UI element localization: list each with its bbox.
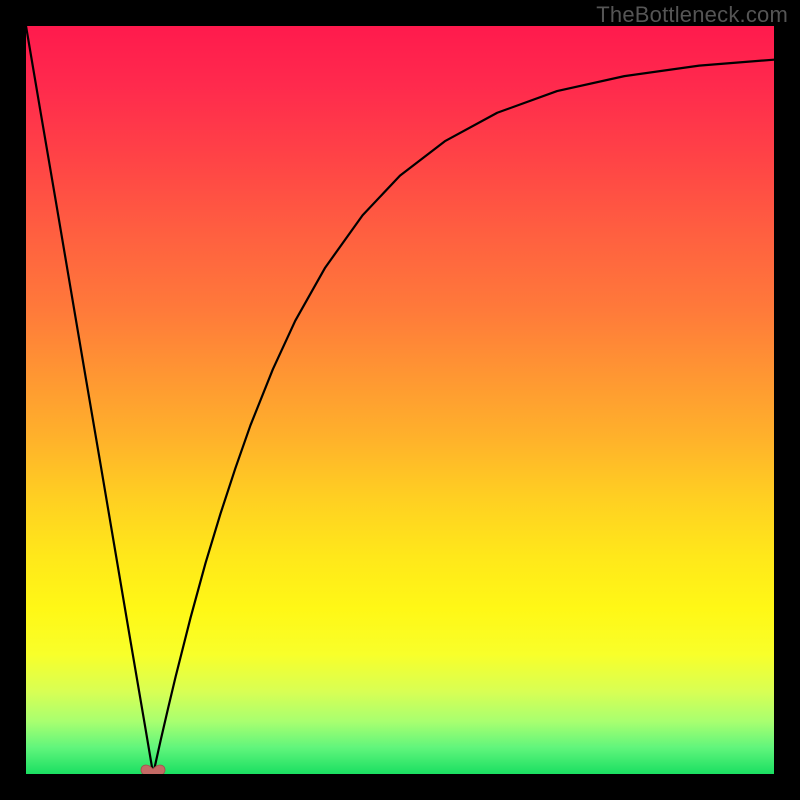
chart-frame: TheBottleneck.com [0,0,800,800]
plot-area [26,26,774,774]
watermark-text: TheBottleneck.com [596,2,788,28]
bottleneck-curve [26,26,774,774]
optimum-marker-icon [139,761,167,774]
